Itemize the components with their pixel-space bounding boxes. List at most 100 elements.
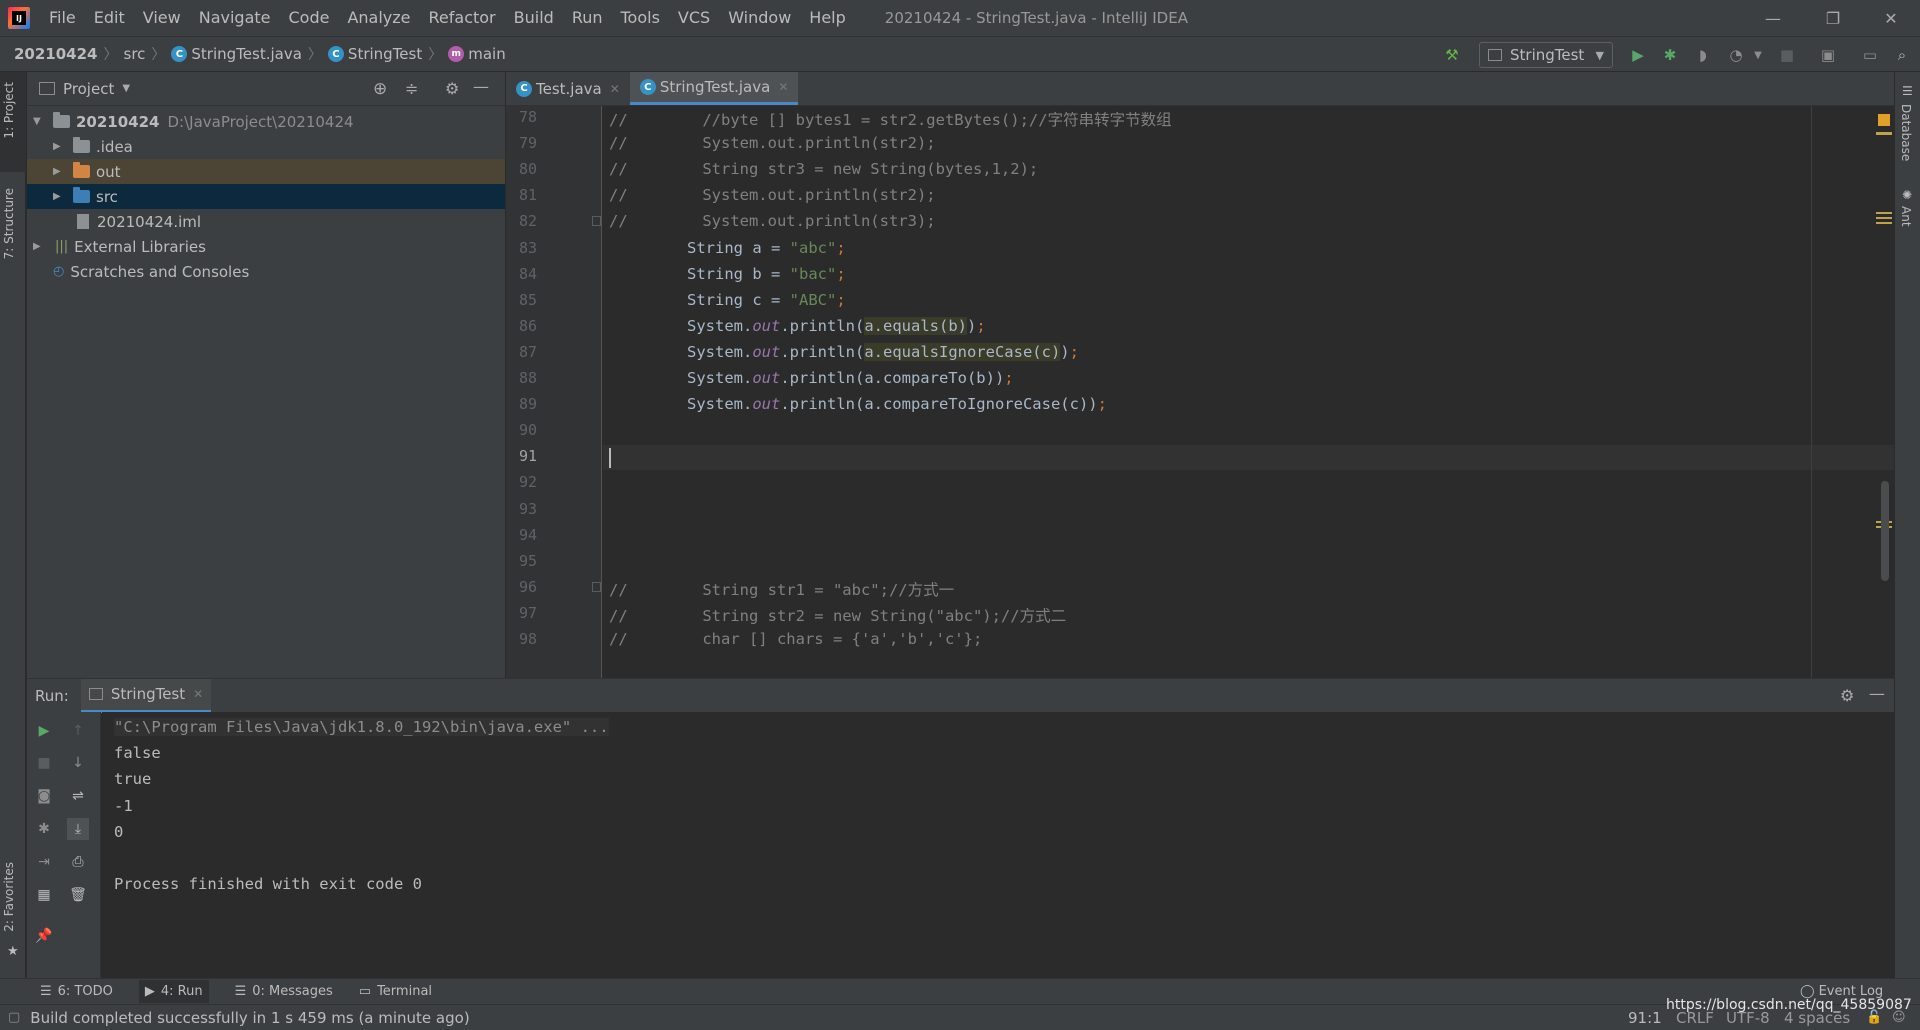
camera-icon[interactable]: ◙ — [33, 785, 55, 807]
tab-messages[interactable]: ☰ 0: Messages — [235, 984, 333, 999]
menu-run[interactable]: Run — [563, 0, 612, 36]
warning-stripe[interactable] — [1876, 222, 1892, 224]
debug-icon[interactable]: ✱ — [1660, 45, 1680, 65]
print-icon[interactable]: ⎙ — [67, 851, 89, 873]
login-icon[interactable]: ⇥ — [33, 851, 55, 873]
build-hammer-icon[interactable]: ⚒ — [1442, 45, 1462, 65]
breadcrumb-method[interactable]: m main — [448, 45, 506, 63]
rerun-icon[interactable]: ▶ — [33, 720, 55, 742]
trash-icon[interactable]: 🗑 — [67, 884, 89, 906]
tab-stringtest-java[interactable]: C StringTest.java ✕ — [629, 72, 799, 105]
restore-button[interactable]: ❐ — [1804, 0, 1862, 36]
menu-view[interactable]: View — [134, 0, 190, 36]
soft-wrap-icon[interactable]: ⇌ — [67, 785, 89, 807]
close-icon[interactable]: ✕ — [778, 80, 788, 94]
favorites-tool-tab[interactable]: 2: Favorites — [2, 862, 16, 932]
tab-terminal[interactable]: ▭ Terminal — [359, 984, 432, 999]
arrow-down-icon[interactable]: ↓ — [67, 752, 89, 774]
tab-test-java[interactable]: C Test.java ✕ — [506, 72, 630, 105]
warning-stripe[interactable] — [1876, 132, 1892, 135]
breadcrumb-src[interactable]: src — [124, 45, 146, 63]
minimize-button[interactable]: — — [1744, 0, 1802, 36]
fold-marker-icon[interactable] — [592, 581, 601, 592]
gear-icon[interactable]: ⚙ — [445, 79, 459, 98]
code-line: // String str2 = new String("abc");//方式二 — [609, 604, 1066, 626]
status-toggle-icon[interactable]: ▢ — [8, 1010, 20, 1025]
tree-item-idea[interactable]: ▶ .idea — [27, 134, 505, 159]
warning-stripe[interactable] — [1876, 217, 1892, 219]
hide-panel-icon[interactable]: — — [1869, 684, 1885, 703]
search-icon[interactable]: ⌕ — [1892, 45, 1912, 65]
structure-tool-tab[interactable]: 7: Structure — [2, 188, 16, 259]
tree-item-label: 20210424.iml — [97, 212, 202, 231]
warning-marker-icon[interactable] — [1878, 114, 1890, 126]
run-configuration-select[interactable]: StringTest ▼ — [1479, 42, 1613, 68]
semicolon: ; — [976, 316, 986, 335]
menu-tools[interactable]: Tools — [612, 0, 669, 36]
tree-item-out[interactable]: ▶ out — [27, 159, 505, 184]
menu-file[interactable]: File — [40, 0, 85, 36]
collapsed-arrow-icon[interactable]: ▶ — [53, 191, 65, 202]
expanded-arrow-icon[interactable]: ▼ — [33, 116, 45, 127]
code-editor[interactable]: // //byte [] bytes1 = str2.getBytes();//… — [603, 106, 1894, 678]
stop-icon[interactable]: ■ — [33, 752, 55, 774]
chevron-down-icon[interactable]: ▼ — [122, 83, 130, 94]
caret-position[interactable]: 91:1 — [1628, 1009, 1662, 1027]
menu-edit[interactable]: Edit — [85, 0, 134, 36]
tab-run[interactable]: ▶ 4: Run — [138, 980, 209, 1003]
project-panel-title[interactable]: Project — [63, 80, 114, 98]
menu-help[interactable]: Help — [800, 0, 854, 36]
tab-todo[interactable]: ☰ 6: TODO — [40, 984, 113, 999]
profile-dropdown-icon[interactable]: ▼ — [1748, 45, 1768, 65]
arrow-up-icon[interactable]: ↑ — [67, 720, 89, 742]
database-tool-tab[interactable]: Database — [1899, 104, 1913, 161]
layout-icon[interactable]: ▦ — [33, 884, 55, 906]
debug-bug-icon[interactable]: ✱ — [33, 818, 55, 840]
presentation-icon[interactable]: ▭ — [1860, 45, 1880, 65]
tree-item-external-libraries[interactable]: ▶ ||| External Libraries — [27, 234, 505, 259]
warning-stripe[interactable] — [1876, 212, 1892, 214]
code-line: System.out.println(a.equalsIgnoreCase(c)… — [687, 342, 1079, 361]
tree-item-scratches[interactable]: ◴ Scratches and Consoles — [27, 259, 505, 284]
breadcrumb-project[interactable]: 20210424 — [14, 45, 98, 63]
run-icon[interactable]: ▶ — [1628, 45, 1648, 65]
close-icon[interactable]: ✕ — [610, 82, 620, 96]
project-tool-tab[interactable]: 1: Project — [0, 72, 26, 172]
coverage-icon[interactable]: ◗ — [1693, 45, 1713, 65]
collapsed-arrow-icon[interactable]: ▶ — [33, 241, 45, 252]
breadcrumb-class[interactable]: C StringTest — [327, 45, 422, 63]
run-console-output[interactable]: "C:\Program Files\Java\jdk1.8.0_192\bin\… — [102, 712, 1894, 978]
ant-tool-tab[interactable]: Ant — [1899, 206, 1913, 227]
hide-panel-icon[interactable]: — — [473, 77, 489, 96]
status-message[interactable]: Build completed successfully in 1 s 459 … — [30, 1009, 469, 1027]
collapsed-arrow-icon[interactable]: ▶ — [53, 141, 65, 152]
menu-navigate[interactable]: Navigate — [190, 0, 280, 36]
breadcrumb-file[interactable]: C StringTest.java — [171, 45, 302, 63]
tree-item-iml[interactable]: 20210424.iml — [27, 209, 505, 234]
menu-code[interactable]: Code — [280, 0, 339, 36]
menu-build[interactable]: Build — [505, 0, 563, 36]
project-structure-icon[interactable]: ▣ — [1818, 45, 1838, 65]
locate-icon[interactable]: ⊕ — [373, 79, 387, 99]
run-tab-stringtest[interactable]: StringTest ✕ — [80, 678, 212, 713]
collapsed-arrow-icon[interactable]: ▶ — [53, 166, 65, 177]
gear-icon[interactable]: ⚙ — [1840, 686, 1854, 705]
tree-item-src[interactable]: ▶ src — [27, 184, 505, 209]
profile-icon[interactable]: ◔ — [1726, 45, 1746, 65]
list-icon: ☰ — [40, 984, 52, 999]
menu-analyze[interactable]: Analyze — [338, 0, 419, 36]
pin-icon[interactable]: 📌 — [33, 925, 55, 947]
close-icon[interactable]: ✕ — [193, 687, 203, 701]
tree-item-project-root[interactable]: ▼ 20210424 D:\JavaProject\20210424 — [27, 109, 505, 134]
menu-window[interactable]: Window — [719, 0, 800, 36]
console-line: true — [114, 770, 152, 789]
fold-marker-icon[interactable] — [592, 216, 601, 227]
collapse-all-icon[interactable]: ≑ — [405, 79, 418, 98]
vertical-scrollbar[interactable] — [1881, 481, 1889, 581]
scroll-to-end-icon[interactable]: ⤓ — [67, 818, 89, 840]
menu-refactor[interactable]: Refactor — [420, 0, 505, 36]
tree-item-label: External Libraries — [74, 237, 206, 256]
menu-vcs[interactable]: VCS — [669, 0, 719, 36]
stop-icon[interactable]: ■ — [1777, 45, 1797, 65]
close-window-button[interactable]: ✕ — [1862, 0, 1920, 36]
